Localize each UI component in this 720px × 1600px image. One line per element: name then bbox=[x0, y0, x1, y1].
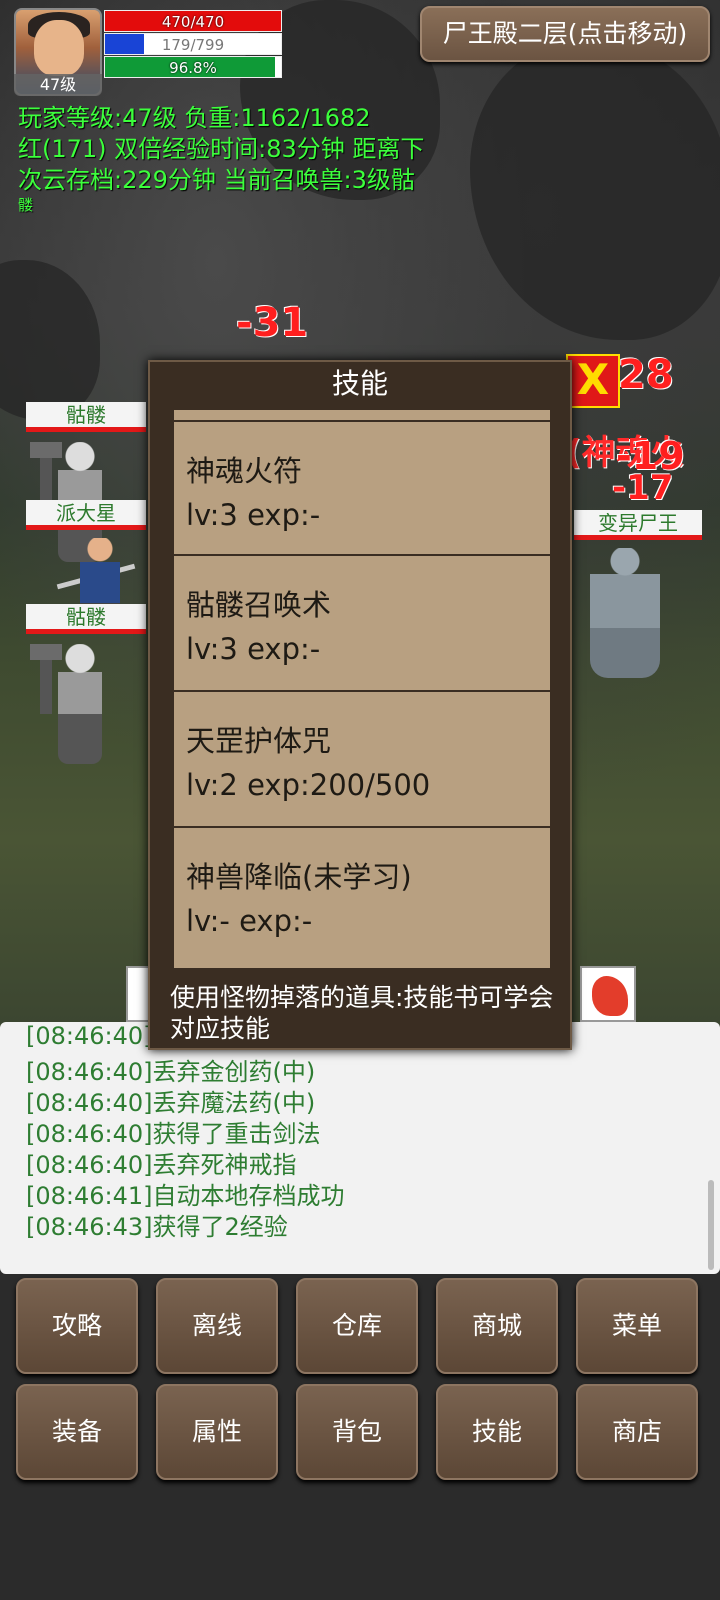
skill-item[interactable]: 神兽降临(未学习) lv:- exp:- bbox=[174, 828, 550, 964]
skill-meta: lv:- exp:- bbox=[186, 904, 313, 938]
skill-name: 神魂火符 bbox=[186, 454, 303, 488]
location-move-button[interactable]: 尸王殿二层(点击移动) bbox=[420, 6, 710, 62]
hp-text: 470/470 bbox=[161, 13, 225, 31]
log-line: [08:46:40]丢弃死神戒指 bbox=[26, 1151, 297, 1179]
zombie-king-icon bbox=[590, 548, 660, 678]
log-line: [08:46:41]自动本地存档成功 bbox=[26, 1182, 345, 1210]
skills-button[interactable]: 技能 bbox=[436, 1384, 558, 1480]
game-screen: 47级 470/470 179/799 96.8% 尸王殿二层(点击移动) 玩家… bbox=[0, 0, 720, 1600]
info-line-summon-cont: 髅 bbox=[18, 196, 34, 214]
damage-number: -31 bbox=[236, 300, 309, 346]
skill-dialog: 技能 神魂火符 lv:3 exp:- 骷髅召唤术 lv:3 exp:- 天罡护体… bbox=[148, 360, 572, 1050]
backpack-button[interactable]: 背包 bbox=[296, 1384, 418, 1480]
player-character[interactable] bbox=[56, 534, 146, 628]
info-line-level-weight: 玩家等级:47级 负重:1162/1682 bbox=[18, 104, 371, 132]
skill-meta: lv:3 exp:- bbox=[186, 498, 321, 532]
shop-button[interactable]: 商店 bbox=[576, 1384, 698, 1480]
skill-list[interactable]: 神魂火符 lv:3 exp:- 骷髅召唤术 lv:3 exp:- 天罡护体咒 l… bbox=[174, 410, 550, 968]
attributes-button[interactable]: 属性 bbox=[156, 1384, 278, 1480]
skill-meta: lv:3 exp:- bbox=[186, 632, 321, 666]
skill-name: 神兽降临(未学习) bbox=[186, 860, 412, 894]
warehouse-button[interactable]: 仓库 bbox=[296, 1278, 418, 1374]
message-log[interactable]: [08:46:40] [08:46:40]丢弃金创药(中) [08:46:40]… bbox=[0, 1022, 720, 1274]
target-marker-icon[interactable]: X bbox=[566, 354, 620, 408]
hammer-icon bbox=[30, 644, 62, 714]
exp-bar: 96.8% bbox=[104, 56, 282, 78]
damage-number: 28 bbox=[618, 352, 674, 398]
guide-button[interactable]: 攻略 bbox=[16, 1278, 138, 1374]
dragon-icon bbox=[592, 976, 628, 1016]
log-line: [08:46:40]丢弃魔法药(中) bbox=[26, 1089, 316, 1117]
info-line-cloud-save: 次云存档:229分钟 当前召唤兽:3级骷 bbox=[18, 166, 415, 194]
ally-nameplate: 派大星 bbox=[26, 500, 146, 530]
ally-nameplate: 骷髅 bbox=[26, 402, 146, 432]
mp-text: 179/799 bbox=[161, 36, 225, 54]
offline-button[interactable]: 离线 bbox=[156, 1278, 278, 1374]
menu-button[interactable]: 菜单 bbox=[576, 1278, 698, 1374]
enemy-nameplate: 变异尸王 bbox=[574, 510, 702, 540]
skill-item[interactable]: 天罡护体咒 lv:2 exp:200/500 bbox=[174, 692, 550, 828]
pet-slot[interactable] bbox=[580, 966, 636, 1022]
dialog-title: 技能 bbox=[331, 367, 388, 400]
hp-bar: 470/470 bbox=[104, 10, 282, 32]
cave-rock bbox=[470, 40, 720, 340]
info-line-double-exp: 红(171) 双倍经验时间:83分钟 距离下 bbox=[18, 135, 425, 163]
log-line: [08:46:43]获得了2经验 bbox=[26, 1213, 288, 1241]
damage-number: -17 bbox=[612, 468, 674, 508]
skill-item[interactable]: 骷髅召唤术 lv:3 exp:- bbox=[174, 556, 550, 692]
skill-name: 天罡护体咒 bbox=[186, 724, 332, 758]
log-line: [08:46:40] bbox=[26, 1022, 153, 1050]
skeleton-summon[interactable] bbox=[30, 640, 140, 776]
skill-meta: lv:2 exp:200/500 bbox=[186, 768, 431, 802]
dialog-hint: 使用怪物掉落的道具:技能书可学会对应技能 bbox=[170, 983, 554, 1043]
log-line: [08:46:40]获得了重击剑法 bbox=[26, 1120, 321, 1148]
mp-bar: 179/799 bbox=[104, 33, 282, 55]
mall-button[interactable]: 商城 bbox=[436, 1278, 558, 1374]
equipment-button[interactable]: 装备 bbox=[16, 1384, 138, 1480]
skill-name: 骷髅召唤术 bbox=[186, 588, 332, 622]
skill-item[interactable]: 神魂火符 lv:3 exp:- bbox=[174, 420, 550, 556]
ally-nameplate: 骷髅 bbox=[26, 604, 146, 634]
avatar-face bbox=[34, 20, 84, 76]
log-line: [08:46:40]丢弃金创药(中) bbox=[26, 1058, 316, 1086]
skeleton-icon bbox=[58, 644, 102, 764]
player-level-badge: 47级 bbox=[14, 74, 102, 96]
log-scrollbar[interactable] bbox=[708, 1180, 714, 1270]
exp-text: 96.8% bbox=[169, 59, 217, 77]
cave-rock bbox=[0, 260, 100, 420]
enemy-zombie-king[interactable] bbox=[580, 548, 670, 688]
